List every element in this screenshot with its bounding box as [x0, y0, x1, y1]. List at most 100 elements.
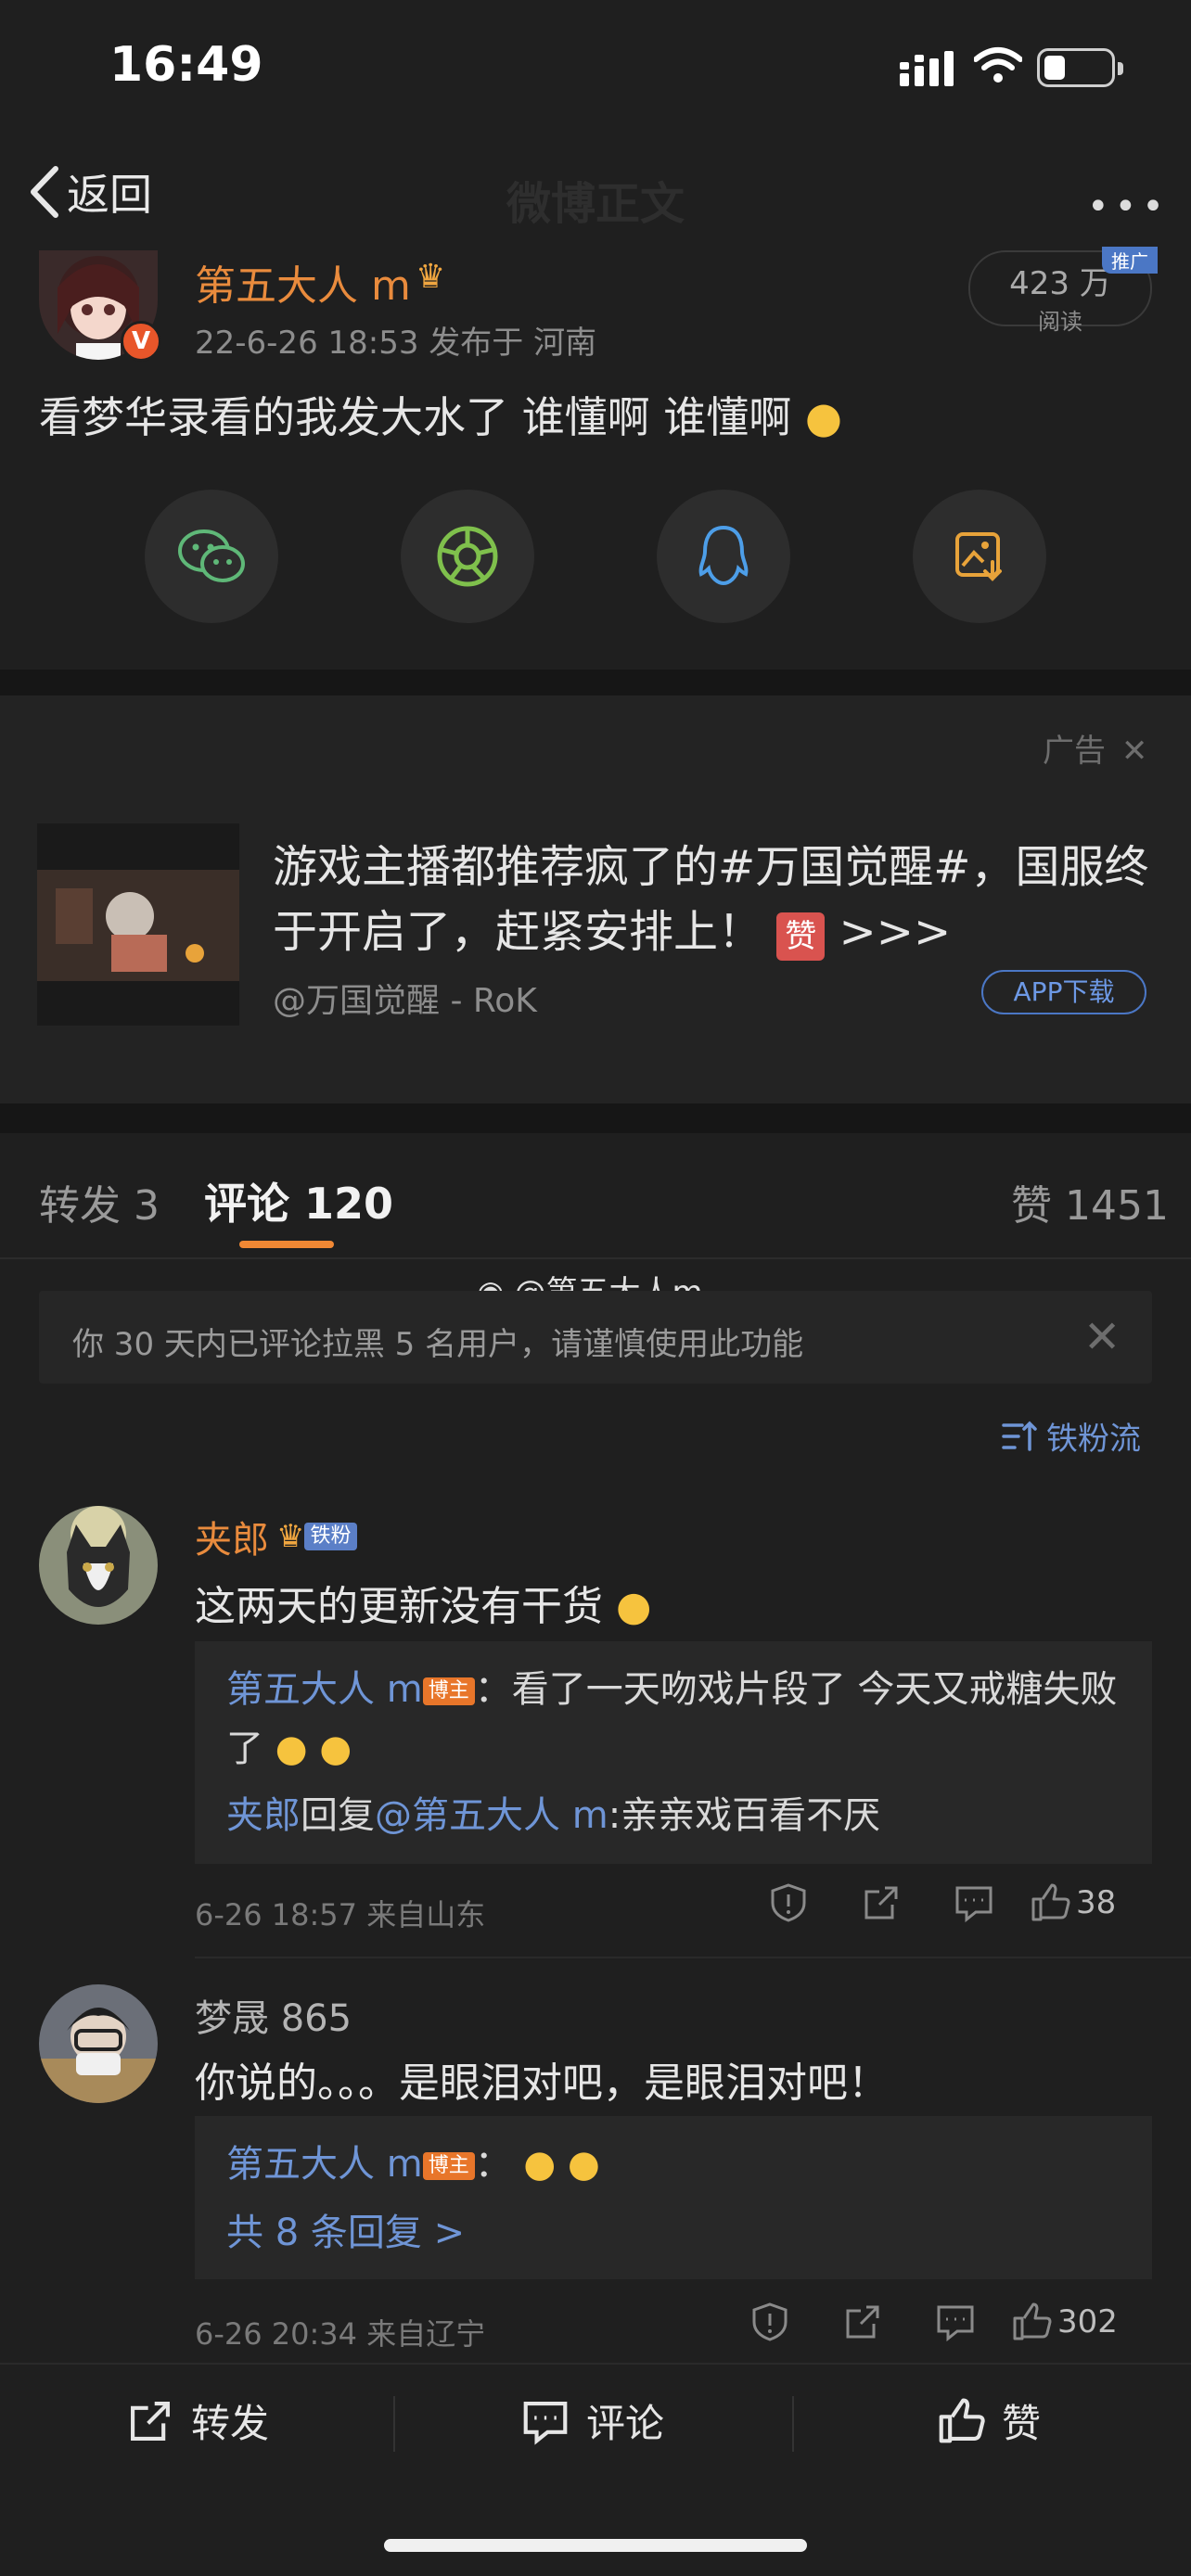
ad-label[interactable]: 广告 ✕	[1043, 725, 1147, 771]
report-button[interactable]	[742, 1882, 835, 1923]
home-indicator[interactable]	[384, 2539, 807, 2552]
back-button[interactable]: 返回	[28, 159, 152, 224]
reply-author[interactable]: 第五大人 m	[226, 1668, 423, 1711]
fan-badge: 铁粉	[304, 1523, 357, 1550]
back-label: 返回	[67, 170, 152, 220]
reply-word: 回复	[301, 1794, 375, 1837]
crown-icon: ♛	[416, 258, 446, 296]
comment-meta: 6-26 18:57 来自山东	[195, 1897, 486, 1932]
commenter-avatar[interactable]	[39, 1506, 158, 1625]
like-count: 302	[1057, 2303, 1118, 2340]
wechat-share-button[interactable]	[145, 490, 278, 623]
commenter-avatar[interactable]	[39, 1984, 158, 2103]
app-download-button[interactable]: APP下载	[981, 970, 1146, 1014]
shield-icon	[771, 1883, 806, 1922]
reply-text: ：	[474, 2143, 512, 2186]
qq-share-button[interactable]	[657, 490, 790, 623]
ad-text[interactable]: 游戏主播都推荐疯了的#万国觉醒#，国服终于开启了，赶紧安排上！ 赞 >>>	[273, 835, 1154, 964]
sort-label: 铁粉流	[1046, 1421, 1141, 1458]
share-button[interactable]	[816, 2302, 909, 2342]
share-icon	[846, 2305, 879, 2339]
comment-header: 夹郎 ♛ 铁粉	[195, 1510, 357, 1563]
thumbs-up-icon	[1013, 2302, 1052, 2340]
host-badge: 博主	[422, 2152, 475, 2180]
ad-source[interactable]: @万国觉醒 - RoK	[273, 974, 537, 1022]
bottom-like-label: 赞	[1002, 2401, 1042, 2446]
sort-button[interactable]: 铁粉流	[1002, 1413, 1141, 1459]
like-button[interactable]: 38	[1030, 1882, 1116, 1923]
ad-thumbnail[interactable]	[37, 823, 239, 1026]
comment-icon	[937, 2305, 974, 2342]
close-icon[interactable]: ✕	[1083, 1311, 1121, 1363]
read-count-label: 阅读	[1038, 309, 1082, 335]
verified-badge-icon: V	[121, 321, 161, 362]
separator	[792, 2396, 794, 2452]
battery-icon	[1037, 48, 1123, 87]
comment-text-content: 这两天的更新没有干货	[195, 1583, 603, 1630]
save-image-button[interactable]	[913, 490, 1046, 623]
bottom-comment-button[interactable]: 评论	[521, 2392, 664, 2449]
qq-icon	[698, 525, 749, 586]
wifi-icon	[973, 46, 1023, 87]
ad-label-text: 广告	[1043, 733, 1106, 770]
reply-author[interactable]: 夹郎	[226, 1794, 301, 1837]
reply-author[interactable]: 第五大人 m	[226, 2143, 423, 2186]
wechat-icon	[178, 529, 245, 582]
nav-title: 微博正文	[506, 178, 685, 230]
reply-item[interactable]: 夹郎回复@第五大人 m:亲亲戏百看不厌	[226, 1786, 880, 1845]
reply-item[interactable]: 第五大人 m 博主 ：看了一天吻戏片段了 今天又戒糖失败了 ● ●	[226, 1660, 1132, 1779]
author-name[interactable]: 第五大人 m	[195, 252, 411, 312]
section-divider	[0, 670, 1191, 695]
reply-target[interactable]: @第五大人 m	[375, 1794, 608, 1837]
post-meta: 22-6-26 18:53 发布于 河南	[195, 325, 597, 362]
shield-icon	[752, 2302, 788, 2341]
status-time: 16:49	[109, 37, 263, 93]
comment-actions: 38	[742, 1882, 1116, 1923]
like-count: 38	[1076, 1884, 1117, 1921]
close-icon[interactable]: ✕	[1121, 733, 1148, 770]
comment-icon	[523, 2401, 568, 2445]
sort-icon	[1002, 1421, 1037, 1451]
reply-text: :亲亲戏百看不厌	[608, 1794, 881, 1837]
save-image-icon	[955, 532, 1002, 581]
like-button[interactable]: 302	[1011, 2302, 1118, 2342]
post-text: 看梦华录看的我发大水了 谁懂啊 谁懂啊 ●	[39, 384, 842, 445]
comment-divider	[195, 1957, 1191, 1958]
tab-like[interactable]: 赞 1451	[1011, 1172, 1169, 1231]
separator	[393, 2396, 395, 2452]
emoji-icon: ● ●	[275, 1728, 352, 1770]
comment-meta: 6-26 20:34 来自辽宁	[195, 2316, 486, 2352]
reply-button[interactable]	[909, 2302, 1002, 2342]
emoji-icon: ●	[804, 392, 843, 442]
moments-icon	[437, 526, 498, 587]
commenter-name[interactable]: 梦晟 865	[195, 1988, 352, 2042]
crying-emoji-icon: ● ●	[523, 2143, 600, 2186]
post-text-content: 看梦华录看的我发大水了 谁懂啊 谁懂啊	[39, 392, 792, 442]
more-icon[interactable]: •••	[1087, 185, 1170, 228]
reply-item[interactable]: 第五大人 m 博主： ● ●	[226, 2135, 600, 2194]
comment-icon	[955, 1886, 992, 1923]
bottom-like-button[interactable]: 赞	[937, 2392, 1041, 2449]
report-button[interactable]	[724, 2302, 816, 2342]
tab-repost[interactable]: 转发 3	[39, 1172, 160, 1231]
like-emoji-icon: 赞	[776, 912, 826, 961]
moments-share-button[interactable]	[401, 490, 534, 623]
crown-icon: ♛	[276, 1518, 305, 1555]
share-button[interactable]	[835, 1882, 928, 1923]
comment-actions: 302	[724, 2302, 1118, 2342]
promo-tag[interactable]: 推广	[1102, 247, 1158, 274]
ad-text-content: 游戏主播都推荐疯了的#万国觉醒#，国服终于开启了，赶紧安排上！	[273, 841, 1149, 958]
section-divider	[0, 1103, 1191, 1133]
thumbs-up-icon	[939, 2397, 985, 2442]
host-badge: 博主	[422, 1677, 475, 1705]
view-more-replies[interactable]: 共 8 条回复 >	[226, 2203, 465, 2263]
reply-button[interactable]	[928, 1882, 1020, 1923]
bottom-repost-button[interactable]: 转发	[126, 2392, 269, 2449]
notice-text: 你 30 天内已评论拉黑 5 名用户，请谨慎使用此功能	[72, 1326, 804, 1363]
repost-icon	[131, 2401, 170, 2441]
ad-arrows: >>>	[839, 906, 952, 958]
thumbs-up-icon	[1031, 1883, 1070, 1921]
tab-comment[interactable]: 评论 120	[204, 1170, 393, 1231]
active-tab-indicator	[239, 1241, 334, 1248]
commenter-name[interactable]: 夹郎	[195, 1510, 269, 1563]
